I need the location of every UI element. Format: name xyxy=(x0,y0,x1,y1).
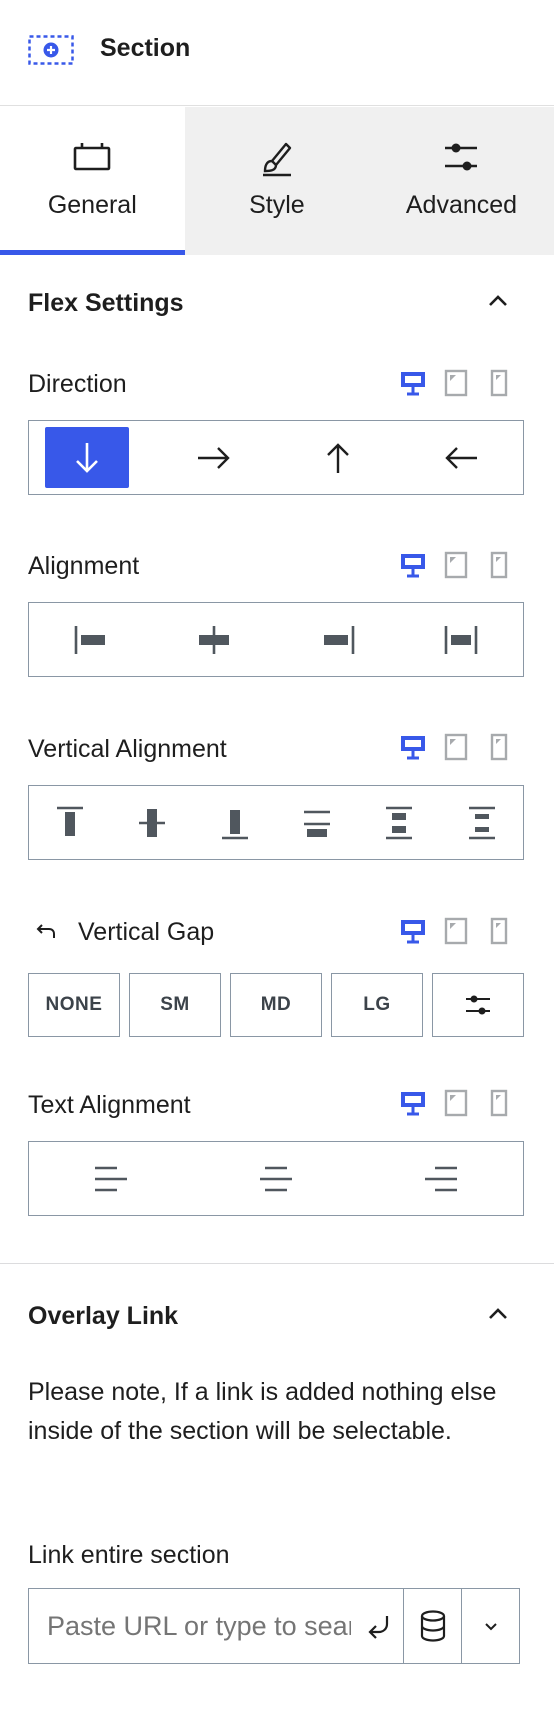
text-alignment-button-group xyxy=(28,1141,524,1216)
desktop-icon[interactable] xyxy=(398,368,428,398)
tablet-icon[interactable] xyxy=(441,732,471,762)
vertical-gap-device-switcher xyxy=(398,916,514,946)
tab-style[interactable]: Style xyxy=(184,107,370,255)
tab-general[interactable]: General xyxy=(0,107,185,255)
brush-icon xyxy=(260,141,294,182)
mobile-icon[interactable] xyxy=(484,368,514,398)
block-title: Section xyxy=(100,34,191,62)
arrow-left-icon xyxy=(445,446,478,469)
valign-bottom-button[interactable] xyxy=(194,786,276,859)
tablet-icon[interactable] xyxy=(441,368,471,398)
tab-advanced[interactable]: Advanced xyxy=(369,107,554,255)
mobile-icon[interactable] xyxy=(484,916,514,946)
desktop-icon[interactable] xyxy=(398,916,428,946)
align-bottom-icon xyxy=(221,809,248,839)
tab-style-label: Style xyxy=(249,191,305,219)
link-field-label: Link entire section xyxy=(28,1541,230,1569)
alignment-device-switcher xyxy=(398,550,514,580)
direction-right-button[interactable] xyxy=(153,421,277,494)
justify-center-icon xyxy=(199,625,230,654)
database-icon xyxy=(420,1610,445,1642)
direction-label: Direction xyxy=(28,370,127,398)
tablet-icon[interactable] xyxy=(441,916,471,946)
link-options-toggle[interactable] xyxy=(462,1589,519,1663)
vertical-alignment-device-switcher xyxy=(398,732,514,762)
chevron-down-icon xyxy=(485,1623,497,1631)
align-center-icon xyxy=(260,1166,292,1191)
justify-right-icon xyxy=(323,625,355,654)
align-left-icon xyxy=(95,1166,128,1191)
overlay-link-title[interactable]: Overlay Link xyxy=(28,1302,178,1331)
enter-icon[interactable] xyxy=(365,1612,393,1647)
sliders-icon xyxy=(443,141,479,178)
gap-lg-button[interactable]: LG xyxy=(331,973,423,1037)
tab-advanced-label: Advanced xyxy=(405,191,518,219)
vertical-gap-label: Vertical Gap xyxy=(78,918,215,946)
gap-custom-button[interactable] xyxy=(432,973,524,1037)
arrow-up-icon xyxy=(326,442,349,473)
direction-down-button[interactable] xyxy=(29,421,153,494)
direction-device-switcher xyxy=(398,368,514,398)
gap-md-button[interactable]: MD xyxy=(230,973,322,1037)
direction-button-group xyxy=(28,420,524,495)
space-between-icon xyxy=(304,810,331,837)
tab-general-label: General xyxy=(47,191,137,219)
space-evenly-icon xyxy=(468,806,495,839)
panel-header: Section xyxy=(0,0,554,106)
gap-sm-button[interactable]: SM xyxy=(129,973,221,1037)
text-align-left-button[interactable] xyxy=(29,1142,194,1215)
tablet-icon[interactable] xyxy=(441,550,471,580)
alignment-button-group xyxy=(28,602,524,677)
align-end-button[interactable] xyxy=(276,603,400,676)
align-center-button[interactable] xyxy=(153,603,277,676)
box-icon xyxy=(73,141,111,176)
dynamic-data-button[interactable] xyxy=(404,1589,461,1663)
valign-space-around-button[interactable] xyxy=(358,786,440,859)
align-right-icon xyxy=(424,1166,457,1191)
text-align-right-button[interactable] xyxy=(358,1142,523,1215)
vertical-gap-options: NONE SM MD LG xyxy=(28,973,524,1037)
desktop-icon[interactable] xyxy=(398,732,428,762)
mobile-icon[interactable] xyxy=(484,732,514,762)
align-top-icon xyxy=(57,806,84,836)
chevron-up-icon[interactable] xyxy=(484,287,512,315)
text-alignment-label: Text Alignment xyxy=(28,1091,191,1119)
inspector-tabs: General Style Advanced xyxy=(0,107,554,255)
alignment-label: Alignment xyxy=(28,552,140,580)
flex-settings-title[interactable]: Flex Settings xyxy=(28,289,184,318)
desktop-icon[interactable] xyxy=(398,1088,428,1118)
text-align-center-button[interactable] xyxy=(194,1142,359,1215)
direction-left-button[interactable] xyxy=(400,421,524,494)
text-alignment-device-switcher xyxy=(398,1088,514,1118)
align-middle-icon xyxy=(139,808,166,837)
justify-stretch-icon xyxy=(444,625,478,654)
sliders-icon xyxy=(466,995,490,1015)
mobile-icon[interactable] xyxy=(484,1088,514,1118)
link-url-input[interactable] xyxy=(29,1589,403,1663)
valign-center-button[interactable] xyxy=(111,786,193,859)
section-block-icon xyxy=(28,35,74,70)
space-around-icon xyxy=(386,806,413,839)
direction-up-button[interactable] xyxy=(276,421,400,494)
align-stretch-button[interactable] xyxy=(400,603,524,676)
overlay-link-note: Please note, If a link is added nothing … xyxy=(28,1378,497,1445)
link-url-control xyxy=(28,1588,520,1664)
vertical-alignment-button-group xyxy=(28,785,524,860)
mobile-icon[interactable] xyxy=(484,550,514,580)
section-divider xyxy=(0,1263,554,1264)
desktop-icon[interactable] xyxy=(398,550,428,580)
tablet-icon[interactable] xyxy=(441,1088,471,1118)
justify-left-icon xyxy=(74,625,105,654)
arrow-right-icon xyxy=(198,446,230,469)
reset-icon[interactable] xyxy=(34,920,58,949)
valign-space-evenly-button[interactable] xyxy=(441,786,523,859)
valign-space-between-button[interactable] xyxy=(276,786,358,859)
align-start-button[interactable] xyxy=(29,603,153,676)
chevron-up-icon[interactable] xyxy=(484,1300,512,1328)
valign-top-button[interactable] xyxy=(29,786,111,859)
vertical-alignment-label: Vertical Alignment xyxy=(28,735,227,763)
gap-none-button[interactable]: NONE xyxy=(28,973,120,1037)
